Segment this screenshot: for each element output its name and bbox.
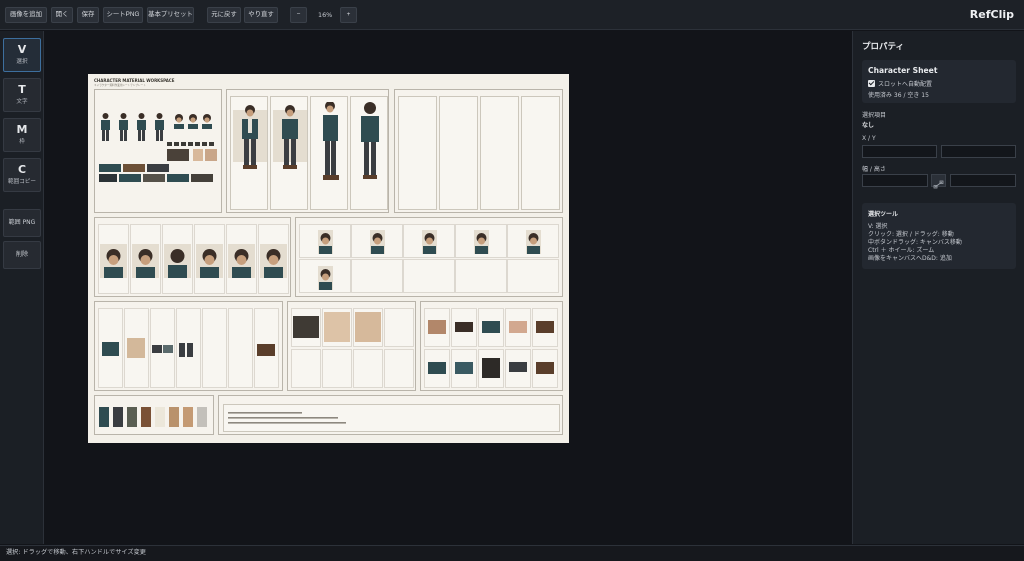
auto-place-label: スロットへ自動配置 <box>878 81 933 88</box>
color-swatches <box>99 405 211 429</box>
slot-pose-4[interactable] <box>521 96 560 210</box>
slot-pose-2[interactable] <box>439 96 478 210</box>
color-swatch <box>183 407 193 427</box>
sheet-subtitle: キャラクター資料作業用シートテンプレート <box>94 84 146 87</box>
width-input[interactable] <box>862 174 928 187</box>
properties-title: プロパティ <box>862 42 904 52</box>
tool-frame-key: M <box>16 123 28 136</box>
face-turnaround-thumbnails <box>98 224 289 294</box>
selection-value: なし <box>862 122 875 129</box>
tool-text[interactable]: T 文字 <box>3 78 41 112</box>
color-swatch <box>197 407 207 427</box>
redo-button[interactable]: やり直す <box>244 7 278 23</box>
tool-text-key: T <box>18 83 26 96</box>
panel-props[interactable] <box>420 301 563 391</box>
slot-usage: 使用済み 36 / 空き 15 <box>868 92 929 99</box>
character-group-thumbnails <box>99 112 217 142</box>
panel-hands[interactable] <box>287 301 416 391</box>
color-swatch <box>127 407 137 427</box>
tool-frame[interactable]: M 枠 <box>3 118 41 152</box>
color-swatch <box>113 407 123 427</box>
character-sheet[interactable]: CHARACTER MATERIAL WORKSPACE キャラクター資料作業用… <box>88 74 569 443</box>
link-icon <box>933 180 944 189</box>
open-button[interactable]: 開く <box>51 7 73 23</box>
tool-select[interactable]: V 選択 <box>3 38 41 72</box>
range-png-button[interactable]: 範囲 PNG <box>3 209 41 237</box>
canvas-area[interactable]: CHARACTER MATERIAL WORKSPACE キャラクター資料作業用… <box>45 31 851 544</box>
aspect-lock-button[interactable] <box>931 174 946 189</box>
outfit-slots <box>98 308 281 388</box>
notes-box[interactable] <box>223 404 560 432</box>
auto-place-checkbox[interactable] <box>868 80 875 87</box>
notes-lines <box>228 412 346 424</box>
color-swatch <box>141 407 151 427</box>
tool-select-label: 選択 <box>16 59 28 65</box>
sheet-png-button[interactable]: シートPNG <box>103 7 143 23</box>
top-toolbar: 画像を追加 開く 保存 シートPNG 基本プリセット 元に戻す やり直す − 1… <box>0 0 1024 30</box>
panel-outfit[interactable] <box>94 301 283 391</box>
tool-frame-label: 枠 <box>19 139 25 145</box>
status-bar: 選択: ドラッグで移動、右下ハンドルでサイズ変更 <box>0 545 1024 561</box>
properties-panel: プロパティ Character Sheet スロットへ自動配置 使用済み 36 … <box>852 31 1024 544</box>
add-image-button[interactable]: 画像を追加 <box>5 7 47 23</box>
zoom-level: 16% <box>318 11 333 19</box>
color-swatch <box>155 407 165 427</box>
prop-slots <box>424 308 561 388</box>
tool-range-copy-label: 範囲コピー <box>8 179 36 185</box>
y-input[interactable] <box>941 145 1016 158</box>
save-button[interactable]: 保存 <box>77 7 99 23</box>
material-thumbnails <box>99 164 219 184</box>
expression-slots <box>299 224 561 294</box>
sheet-name: Character Sheet <box>868 66 938 75</box>
tool-range-copy[interactable]: C 範囲コピー <box>3 158 41 192</box>
zoom-out-button[interactable]: − <box>290 7 307 23</box>
panel-color-palette[interactable] <box>94 395 214 435</box>
panel-overview[interactable] <box>94 89 222 213</box>
tool-range-copy-key: C <box>17 163 27 176</box>
tool-text-label: 文字 <box>16 99 28 105</box>
undo-button[interactable]: 元に戻す <box>207 7 241 23</box>
delete-button[interactable]: 削除 <box>3 241 41 269</box>
sheet-info-card: Character Sheet スロットへ自動配置 使用済み 36 / 空き 1… <box>862 60 1016 103</box>
tool-sidebar: V 選択 T 文字 M 枠 C 範囲コピー 範囲 PNG 削除 <box>0 31 44 544</box>
zoom-in-button[interactable]: + <box>340 7 357 23</box>
slot-pose-3[interactable] <box>480 96 519 210</box>
panel-expressions[interactable] <box>295 217 563 297</box>
color-swatch <box>99 407 109 427</box>
hand-slots <box>291 308 414 388</box>
tool-help-card: 選択ツール V: 選択 クリック: 選択 / ドラッグ: 移動 中ボタンドラッグ… <box>862 203 1016 269</box>
selection-label: 選択項目 <box>862 112 887 119</box>
detail-thumbnails <box>167 142 219 162</box>
panel-poses[interactable] <box>394 89 563 213</box>
tool-help-line: 画像をキャンバスへD&D: 追加 <box>868 255 952 262</box>
wh-label: 幅 / 高さ <box>862 166 886 173</box>
tool-help-title: 選択ツール <box>868 211 899 218</box>
xy-label: X / Y <box>862 135 876 142</box>
panel-notes[interactable] <box>218 395 563 435</box>
panel-full-body[interactable] <box>226 89 389 213</box>
app-title: RefClip <box>969 8 1014 21</box>
slot-pose-1[interactable] <box>398 96 437 210</box>
panel-face-turnaround[interactable] <box>94 217 291 297</box>
x-input[interactable] <box>862 145 937 158</box>
tool-select-key: V <box>17 43 27 56</box>
color-swatch <box>169 407 179 427</box>
full-body-figures <box>231 101 387 206</box>
height-input[interactable] <box>950 174 1016 187</box>
basic-preset-button[interactable]: 基本プリセット <box>147 7 194 23</box>
